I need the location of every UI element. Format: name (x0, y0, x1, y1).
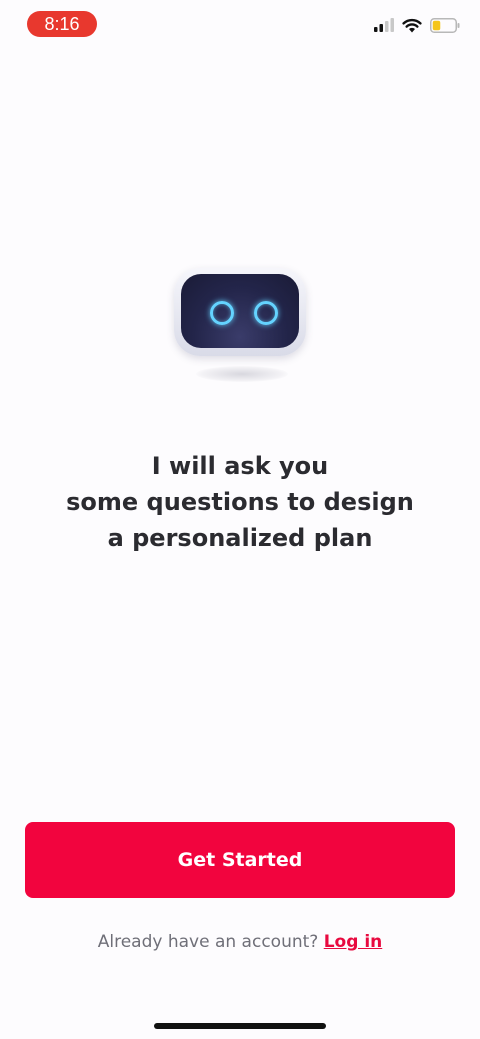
get-started-button[interactable]: Get Started (25, 822, 455, 898)
status-icons (374, 15, 460, 35)
wifi-icon (402, 18, 422, 32)
headline-line: some questions to design (66, 488, 414, 516)
login-link[interactable]: Log in (324, 932, 383, 952)
account-prompt-text: Already have an account? (97, 932, 319, 952)
battery-icon (430, 17, 460, 33)
robot-right-eye (254, 301, 278, 325)
robot-icon (174, 268, 306, 388)
robot-face (181, 274, 299, 348)
home-indicator[interactable] (154, 1023, 326, 1029)
status-time: 8:16 (27, 11, 97, 37)
robot-left-eye (210, 301, 234, 325)
headline-line: a personalized plan (107, 524, 373, 552)
signal-icon (374, 18, 394, 32)
onboarding-headline: I will ask you some questions to design … (30, 448, 450, 556)
login-prompt: Already have an account? Log in (0, 928, 480, 956)
status-bar: 8:16 (0, 0, 480, 48)
headline-line: I will ask you (151, 452, 329, 480)
robot-head (174, 268, 306, 356)
robot-shadow (196, 366, 288, 382)
